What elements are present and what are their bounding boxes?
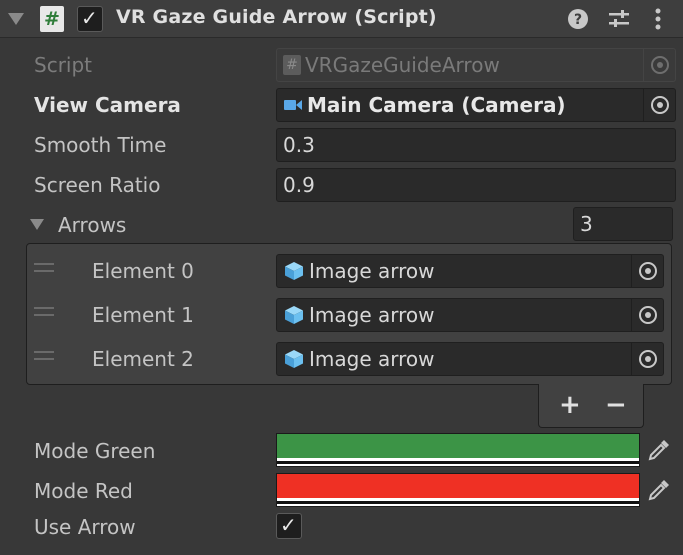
component-enabled-checkbox[interactable]: ✓	[77, 6, 103, 32]
target-icon	[638, 306, 657, 324]
element-0-value: Image arrow	[309, 259, 435, 283]
script-value: VRGazeGuideArrow	[305, 53, 500, 77]
checkmark-icon: ✓	[280, 513, 297, 537]
arrows-size-input[interactable]: 3	[573, 207, 673, 241]
element-1-value: Image arrow	[309, 303, 435, 327]
smooth-time-input[interactable]: 0.3	[276, 128, 676, 162]
script-field: # VRGazeGuideArrow	[276, 48, 676, 82]
view-camera-value: Main Camera (Camera)	[307, 93, 566, 117]
element-0-field[interactable]: Image arrow	[276, 254, 664, 288]
mode-green-alpha-bar	[277, 461, 639, 464]
drag-handle-icon[interactable]	[34, 351, 54, 365]
element-1-field[interactable]: Image arrow	[276, 298, 664, 332]
target-icon	[638, 350, 657, 368]
element-0-object-picker[interactable]	[631, 255, 663, 287]
remove-element-button[interactable]: −	[605, 390, 627, 420]
component-title: VR Gaze Guide Arrow (Script)	[116, 6, 437, 28]
element-2-object-picker[interactable]	[631, 343, 663, 375]
element-1-label: Element 1	[92, 303, 194, 327]
list-add-remove-footer: + −	[538, 384, 644, 428]
prefab-cube-icon	[285, 306, 303, 324]
mode-red-label: Mode Red	[34, 479, 133, 503]
element-0-label: Element 0	[92, 259, 194, 283]
prefab-cube-icon	[285, 350, 303, 368]
element-1-object-picker[interactable]	[631, 299, 663, 331]
script-icon: #	[40, 6, 64, 32]
help-icon[interactable]: ?	[566, 7, 590, 31]
view-camera-label: View Camera	[34, 93, 181, 117]
camera-icon	[284, 100, 302, 110]
eyedropper-icon[interactable]	[646, 477, 672, 503]
use-arrow-checkbox[interactable]: ✓	[276, 513, 302, 539]
add-element-button[interactable]: +	[559, 390, 581, 420]
screen-ratio-label[interactable]: Screen Ratio	[34, 170, 160, 200]
arrows-label[interactable]: Arrows	[58, 210, 126, 240]
target-icon	[638, 262, 657, 280]
script-file-icon: #	[283, 55, 301, 75]
mode-red-swatch	[277, 474, 639, 498]
mode-red-alpha-bar	[277, 501, 639, 504]
checkmark-icon: ✓	[81, 6, 98, 30]
drag-handle-icon[interactable]	[34, 263, 54, 277]
mode-green-label: Mode Green	[34, 439, 156, 463]
preset-sliders-icon[interactable]	[607, 7, 631, 31]
prefab-cube-icon	[285, 262, 303, 280]
element-2-value: Image arrow	[309, 347, 435, 371]
element-2-label: Element 2	[92, 347, 194, 371]
foldout-triangle-icon[interactable]	[8, 13, 24, 25]
smooth-time-label[interactable]: Smooth Time	[34, 130, 166, 160]
script-label: Script	[34, 53, 93, 77]
screen-ratio-input[interactable]: 0.9	[276, 168, 676, 202]
target-icon	[650, 56, 669, 74]
view-camera-object-picker[interactable]	[643, 89, 675, 121]
element-2-field[interactable]: Image arrow	[276, 342, 664, 376]
script-object-picker	[643, 49, 675, 81]
svg-text:?: ?	[574, 12, 582, 28]
component-header: # ✓ VR Gaze Guide Arrow (Script) ?	[0, 0, 683, 38]
arrows-foldout-icon[interactable]	[30, 219, 44, 230]
more-vert-icon[interactable]	[648, 7, 668, 31]
mode-green-swatch	[277, 434, 639, 458]
use-arrow-label: Use Arrow	[34, 515, 136, 539]
view-camera-field[interactable]: Main Camera (Camera)	[276, 88, 676, 122]
target-icon	[650, 96, 669, 114]
mode-green-color-field[interactable]	[276, 433, 640, 467]
drag-handle-icon[interactable]	[34, 307, 54, 321]
mode-red-color-field[interactable]	[276, 473, 640, 507]
eyedropper-icon[interactable]	[646, 437, 672, 463]
